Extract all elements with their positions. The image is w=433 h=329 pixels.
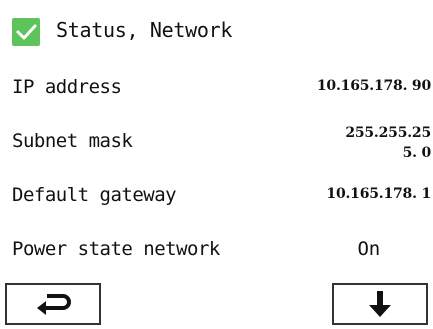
list-item-default-gateway: Default gateway 10.165.178. 1 (0, 170, 433, 220)
power-state-network-label: Power state network (12, 238, 220, 260)
list-item-subnet-mask: Subnet mask 255.255.255. 0 (0, 116, 433, 166)
back-button[interactable] (5, 283, 101, 325)
list-item-ip-address: IP address 10.165.178. 90 (0, 62, 433, 112)
subnet-mask-label: Subnet mask (12, 130, 133, 152)
ip-address-value: 10.165.178. 90 (316, 78, 431, 94)
ip-address-label: IP address (12, 76, 122, 98)
subnet-mask-value: 255.255.255. 0 (345, 125, 431, 161)
page-title: Status, Network (56, 18, 233, 42)
status-network-screen: Status, Network IP address 10.165.178. 9… (0, 0, 433, 329)
header: Status, Network (0, 0, 433, 62)
list-item-power-state-network: Power state network On (0, 224, 433, 274)
power-state-network-value: On (357, 238, 381, 260)
scroll-down-button[interactable] (332, 283, 428, 325)
default-gateway-label: Default gateway (12, 184, 177, 206)
default-gateway-value: 10.165.178. 1 (326, 186, 431, 202)
check-icon (12, 18, 40, 46)
arrow-down-icon (369, 291, 391, 317)
return-arrow-icon (37, 294, 71, 315)
